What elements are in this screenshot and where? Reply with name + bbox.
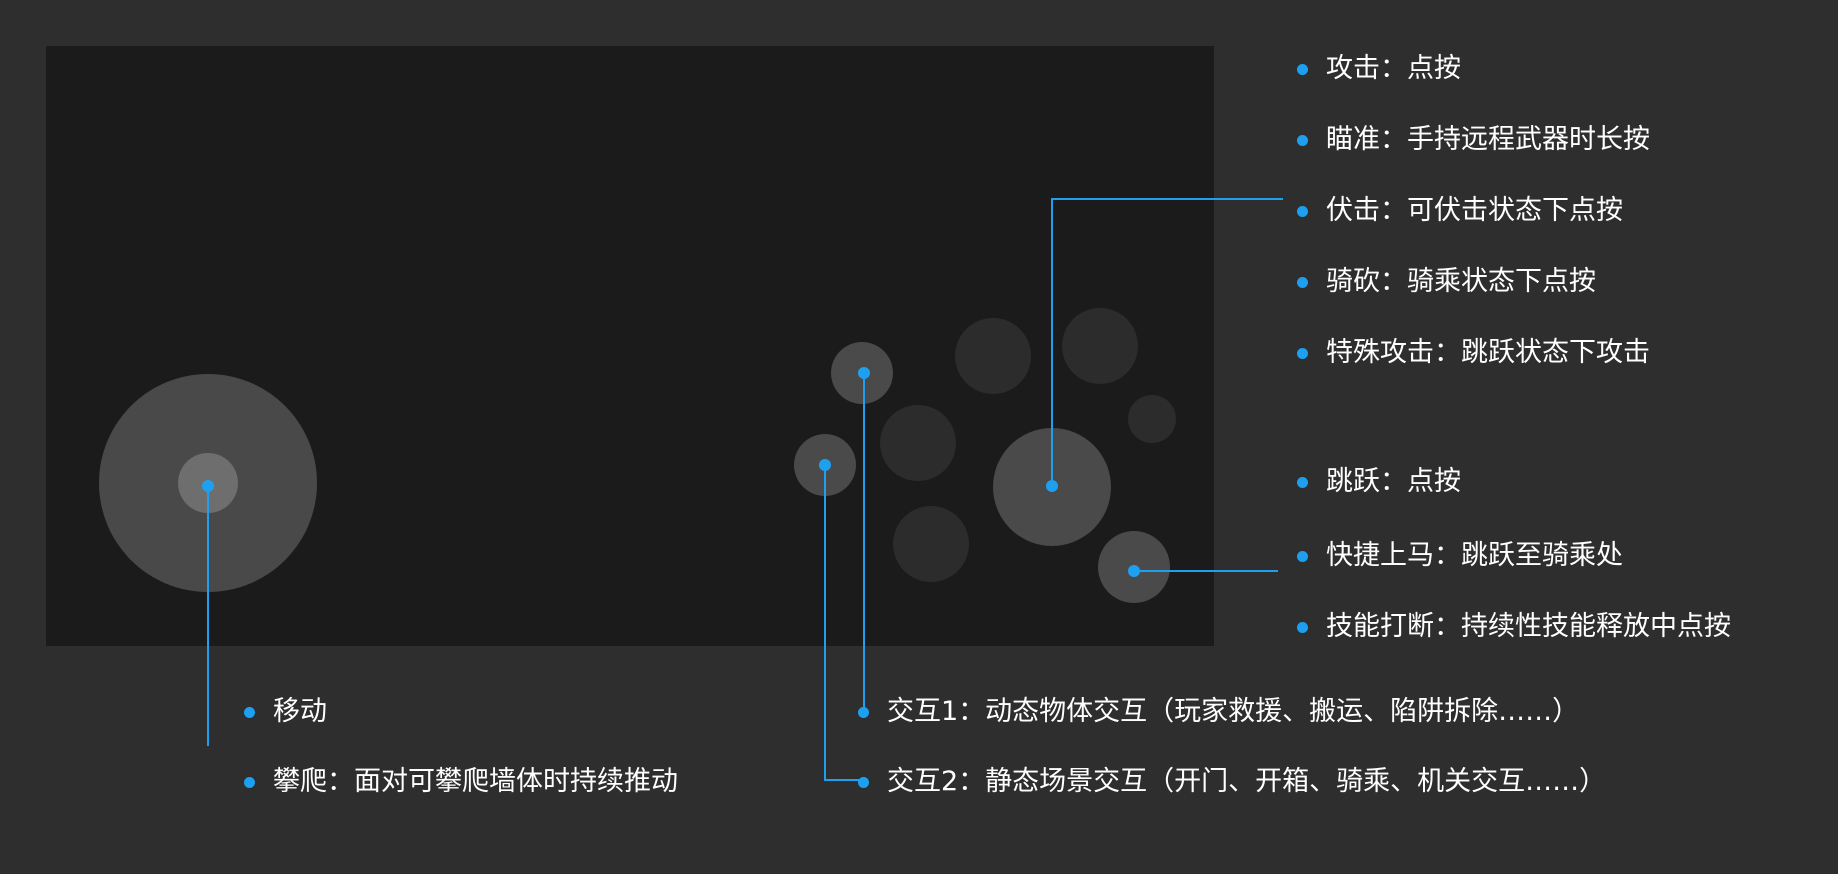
label-text: 移动 [273, 696, 327, 727]
anchor-interact1 [858, 367, 870, 379]
label-skill-interrupt: 技能打断：持续性技能释放中点按 [1297, 611, 1731, 643]
label-move: 移动 [244, 696, 327, 728]
label-ambush: 伏击：可伏击状态下点按 [1297, 195, 1623, 227]
label-aim: 瞄准：手持远程武器时长按 [1297, 124, 1650, 156]
label-climb: 攀爬：面对可攀爬墙体时持续推动 [244, 766, 678, 798]
label-quick-mount: 快捷上马：跳跃至骑乘处 [1297, 540, 1623, 572]
label-attack: 攻击：点按 [1297, 53, 1461, 85]
label-text: 伏击：可伏击状态下点按 [1326, 195, 1623, 226]
leader-interact2 [824, 465, 866, 781]
bullet [1297, 621, 1308, 633]
label-text: 攻击：点按 [1326, 53, 1461, 84]
label-text: 骑砍：骑乘状态下点按 [1326, 266, 1596, 297]
label-text: 跳跃：点按 [1326, 466, 1461, 497]
anchor-jump [1128, 565, 1140, 577]
label-interact2: 交互2：静态场景交互（开门、开箱、骑乘、机关交互……） [858, 766, 1606, 798]
bullet [1297, 347, 1308, 359]
bullet [244, 776, 255, 788]
bullet [1297, 550, 1308, 562]
bullet [858, 776, 869, 788]
label-text: 攀爬：面对可攀爬墙体时持续推动 [273, 766, 678, 797]
bullet [1297, 63, 1308, 75]
leader-attack [1051, 198, 1283, 486]
label-text: 特殊攻击：跳跃状态下攻击 [1326, 337, 1650, 368]
label-jump: 跳跃：点按 [1297, 466, 1461, 498]
bullet [1297, 476, 1308, 488]
anchor-joystick [202, 480, 214, 492]
bullet [1297, 276, 1308, 288]
bullet [1297, 205, 1308, 217]
bullet [1297, 134, 1308, 146]
label-text: 交互2：静态场景交互（开门、开箱、骑乘、机关交互……） [887, 766, 1607, 797]
label-text: 瞄准：手持远程武器时长按 [1326, 124, 1650, 155]
anchor-interact2 [819, 459, 831, 471]
label-text: 快捷上马：跳跃至骑乘处 [1326, 540, 1623, 571]
label-interact1: 交互1：动态物体交互（玩家救援、搬运、陷阱拆除……） [858, 696, 1579, 728]
label-text: 交互1：动态物体交互（玩家救援、搬运、陷阱拆除……） [887, 696, 1580, 727]
label-ride-slash: 骑砍：骑乘状态下点按 [1297, 266, 1596, 298]
bullet [244, 706, 255, 718]
bullet [858, 706, 869, 718]
label-special-attack: 特殊攻击：跳跃状态下攻击 [1297, 337, 1650, 369]
anchor-attack [1046, 480, 1058, 492]
label-text: 技能打断：持续性技能释放中点按 [1326, 611, 1731, 642]
